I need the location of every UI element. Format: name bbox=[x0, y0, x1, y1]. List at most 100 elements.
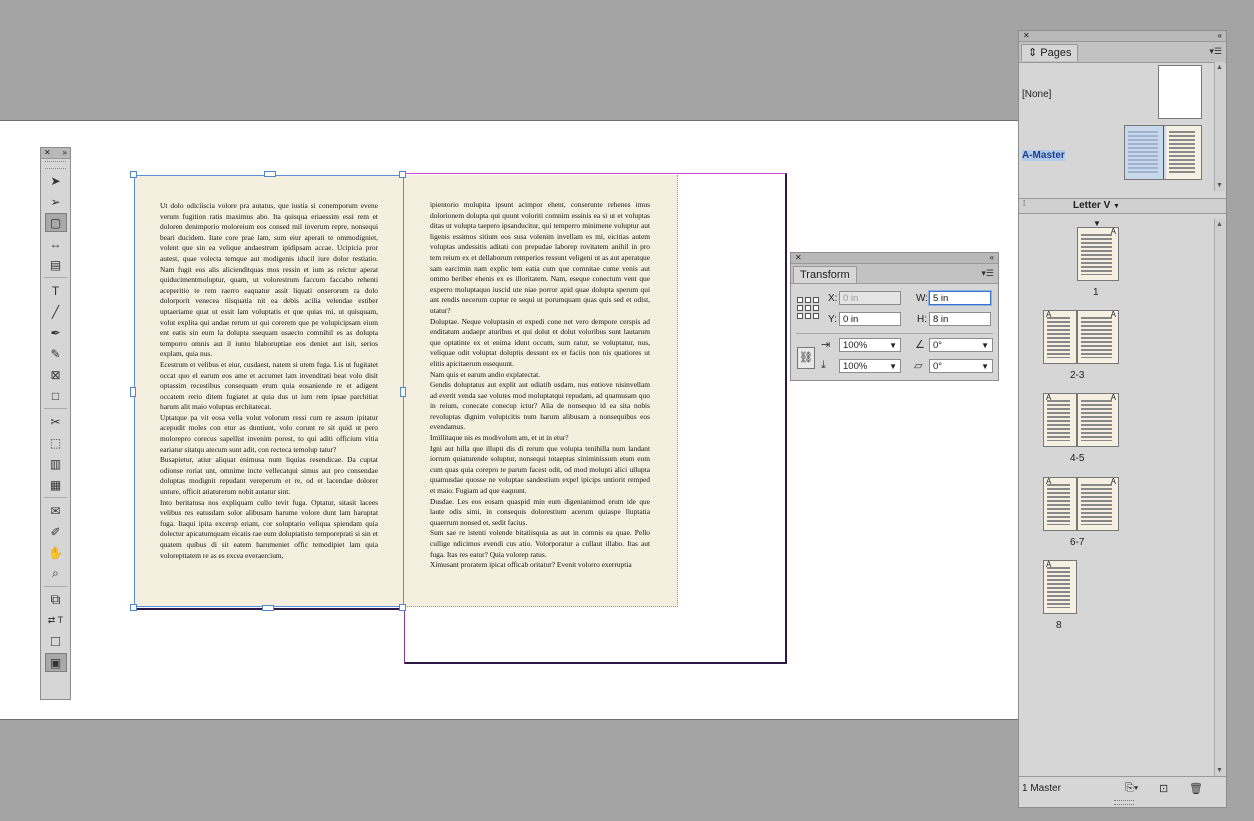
scroll-down-icon[interactable]: ▼ bbox=[1216, 182, 1223, 189]
rectangle-frame-tool-icon[interactable]: ⊠ bbox=[45, 365, 67, 384]
page-tool-icon[interactable]: ▢ bbox=[44, 213, 67, 232]
page-size-value: Letter V bbox=[1073, 200, 1111, 211]
page-thumbnail-5[interactable]: A bbox=[1077, 393, 1119, 447]
eyedropper-tool-icon[interactable]: ✐ bbox=[45, 522, 67, 541]
handle-bottom-middle[interactable] bbox=[262, 605, 274, 611]
x-label: X: bbox=[828, 293, 838, 304]
gradient-swatch-tool-icon[interactable]: ▥ bbox=[45, 454, 67, 473]
shear-select[interactable]: 0° ▼ bbox=[929, 359, 993, 373]
resize-grip[interactable] bbox=[1114, 800, 1134, 805]
handle-middle-left[interactable] bbox=[130, 387, 136, 397]
page-label-1[interactable]: 1 bbox=[1093, 287, 1099, 298]
delete-page-icon[interactable]: 🗑 bbox=[1189, 782, 1203, 795]
swap-fill-stroke-icon[interactable]: ⇄ T bbox=[45, 611, 67, 630]
handle-bottom-right[interactable] bbox=[399, 604, 406, 611]
free-transform-tool-icon[interactable]: ⬚ bbox=[45, 433, 67, 452]
expand-icon[interactable]: » bbox=[63, 148, 67, 158]
gap-tool-icon[interactable]: ↔ bbox=[45, 234, 67, 253]
master-none[interactable]: [None] bbox=[1022, 89, 1051, 100]
page-thumbnail-7[interactable]: A bbox=[1077, 477, 1119, 531]
gradient-feather-tool-icon[interactable]: ▦ bbox=[45, 475, 67, 494]
transform-panel-titlebar[interactable]: ✕ « bbox=[791, 253, 998, 264]
new-page-icon[interactable]: ⊡ bbox=[1159, 782, 1168, 795]
scale-y-select[interactable]: 100% ▼ bbox=[839, 359, 901, 373]
selection-tool-icon[interactable]: ➤ bbox=[45, 171, 67, 190]
pencil-tool-icon[interactable]: ✎ bbox=[45, 344, 67, 363]
tools-panel-titlebar[interactable]: ✕ » bbox=[41, 148, 70, 159]
text-frame-selected[interactable]: Ut dolo odiciiscia volore pra autatus, q… bbox=[134, 175, 404, 607]
page-label-6-7[interactable]: 6-7 bbox=[1070, 537, 1084, 548]
fill-stroke-swatch-icon[interactable]: ⧉ bbox=[45, 590, 67, 609]
close-icon[interactable]: ✕ bbox=[44, 148, 51, 158]
handle-top-middle[interactable] bbox=[264, 171, 276, 177]
note-tool-icon[interactable]: ✉ bbox=[45, 501, 67, 520]
page-label-2-3[interactable]: 2-3 bbox=[1070, 370, 1084, 381]
h-field[interactable]: 8 in bbox=[929, 312, 991, 326]
w-field[interactable]: 5 in bbox=[929, 291, 991, 305]
rectangle-tool-icon[interactable]: □ bbox=[45, 386, 67, 405]
constrain-proportions-icon[interactable]: ⛓ bbox=[797, 347, 815, 369]
panel-menu-icon[interactable]: ▾☰ bbox=[1209, 46, 1222, 57]
drag-grip-icon[interactable]: ⁞ bbox=[1023, 199, 1025, 208]
handle-top-right[interactable] bbox=[399, 171, 406, 178]
tab-transform[interactable]: Transform bbox=[793, 266, 857, 283]
text-frame-2-content[interactable]: ipientorio molupita ipsunt acimpor ehent… bbox=[430, 200, 650, 592]
page-size-select[interactable]: Letter V ▼ bbox=[1059, 199, 1134, 213]
collapse-icon[interactable]: « bbox=[990, 253, 994, 263]
text-lines bbox=[1081, 234, 1112, 275]
pages-panel-titlebar[interactable]: ✕ « bbox=[1019, 31, 1226, 42]
pages-scrollbar[interactable]: ▲ ▼ bbox=[1214, 219, 1225, 776]
handle-middle-right[interactable] bbox=[400, 387, 406, 397]
scroll-up-icon[interactable]: ▲ bbox=[1216, 221, 1223, 228]
edit-page-size-icon[interactable]: ⎘▾ bbox=[1125, 782, 1138, 795]
masters-scrollbar[interactable]: ▲ ▼ bbox=[1214, 62, 1225, 191]
text-frame-1-content[interactable]: Ut dolo odiciiscia volore pra autatus, q… bbox=[160, 201, 378, 593]
page-thumbnail-4[interactable]: A bbox=[1043, 393, 1077, 447]
transform-tabrow: Transform ▾☰ bbox=[791, 264, 998, 284]
apply-color-icon[interactable]: □ bbox=[45, 632, 67, 651]
reference-point-icon[interactable] bbox=[797, 297, 819, 319]
scroll-down-icon[interactable]: ▼ bbox=[1216, 767, 1223, 774]
master-a[interactable]: A-Master bbox=[1022, 150, 1065, 161]
page-thumbnail-1[interactable]: A bbox=[1077, 227, 1119, 281]
text-frame-threaded[interactable]: ipientorio molupita ipsunt acimpor ehent… bbox=[404, 175, 678, 607]
handle-top-left[interactable] bbox=[130, 171, 137, 178]
tool-list: ➤ ➢ ▢ ↔ ▤ T ╱ ✒ ✎ ⊠ □ ✂ ⬚ ▥ ▦ ✉ ✐ ✋ ⌕ bbox=[41, 171, 70, 583]
type-tool-icon[interactable]: T bbox=[45, 281, 67, 300]
y-field[interactable]: 0 in bbox=[839, 312, 901, 326]
handle-bottom-left[interactable] bbox=[130, 604, 137, 611]
scroll-up-icon[interactable]: ▲ bbox=[1216, 64, 1223, 71]
page-thumbnail-2[interactable]: A bbox=[1043, 310, 1077, 364]
chevron-down-icon: ▼ bbox=[889, 362, 897, 371]
rotation-select[interactable]: 0° ▼ bbox=[929, 338, 993, 352]
direct-selection-tool-icon[interactable]: ➢ bbox=[45, 192, 67, 211]
collapse-icon[interactable]: « bbox=[1218, 31, 1222, 41]
page-thumbnail-6[interactable]: A bbox=[1043, 477, 1077, 531]
zoom-tool-icon[interactable]: ⌕ bbox=[45, 564, 67, 583]
page-label-8[interactable]: 8 bbox=[1056, 620, 1062, 631]
master-none-thumbnail[interactable] bbox=[1158, 65, 1202, 119]
line-tool-icon[interactable]: ╱ bbox=[45, 302, 67, 321]
master-prefix: A bbox=[1110, 227, 1116, 236]
text-lines bbox=[1081, 317, 1112, 358]
tab-pages[interactable]: ⇕ Pages bbox=[1021, 44, 1079, 61]
scale-x-select[interactable]: 100% ▼ bbox=[839, 338, 901, 352]
page-thumbnail-3[interactable]: A bbox=[1077, 310, 1119, 364]
pen-tool-icon[interactable]: ✒ bbox=[45, 323, 67, 342]
page-size-bar[interactable]: ⁞ Letter V ▼ bbox=[1019, 198, 1226, 214]
content-collector-tool-icon[interactable]: ▤ bbox=[45, 255, 67, 274]
close-icon[interactable]: ✕ bbox=[795, 253, 802, 263]
page-thumbnail-8[interactable]: A bbox=[1043, 560, 1077, 614]
scissors-tool-icon[interactable]: ✂ bbox=[45, 412, 67, 431]
panel-grip[interactable] bbox=[45, 161, 66, 169]
x-field[interactable]: 0 in bbox=[839, 291, 901, 305]
chevron-down-icon: ▼ bbox=[889, 341, 897, 350]
screen-mode-icon[interactable]: ▣ bbox=[44, 653, 67, 672]
page-label-4-5[interactable]: 4-5 bbox=[1070, 453, 1084, 464]
master-prefix: A bbox=[1110, 310, 1116, 319]
tools-panel: ✕ » ➤ ➢ ▢ ↔ ▤ T ╱ ✒ ✎ ⊠ □ ✂ ⬚ ▥ ▦ ✉ ✐ ✋ ⌕ ⧉ ⇄ T □ ▣ bbox=[40, 147, 71, 700]
a-master-thumbnail[interactable] bbox=[1124, 125, 1202, 180]
panel-menu-icon[interactable]: ▾☰ bbox=[981, 268, 994, 279]
hand-tool-icon[interactable]: ✋ bbox=[45, 543, 67, 562]
close-icon[interactable]: ✕ bbox=[1023, 31, 1030, 41]
